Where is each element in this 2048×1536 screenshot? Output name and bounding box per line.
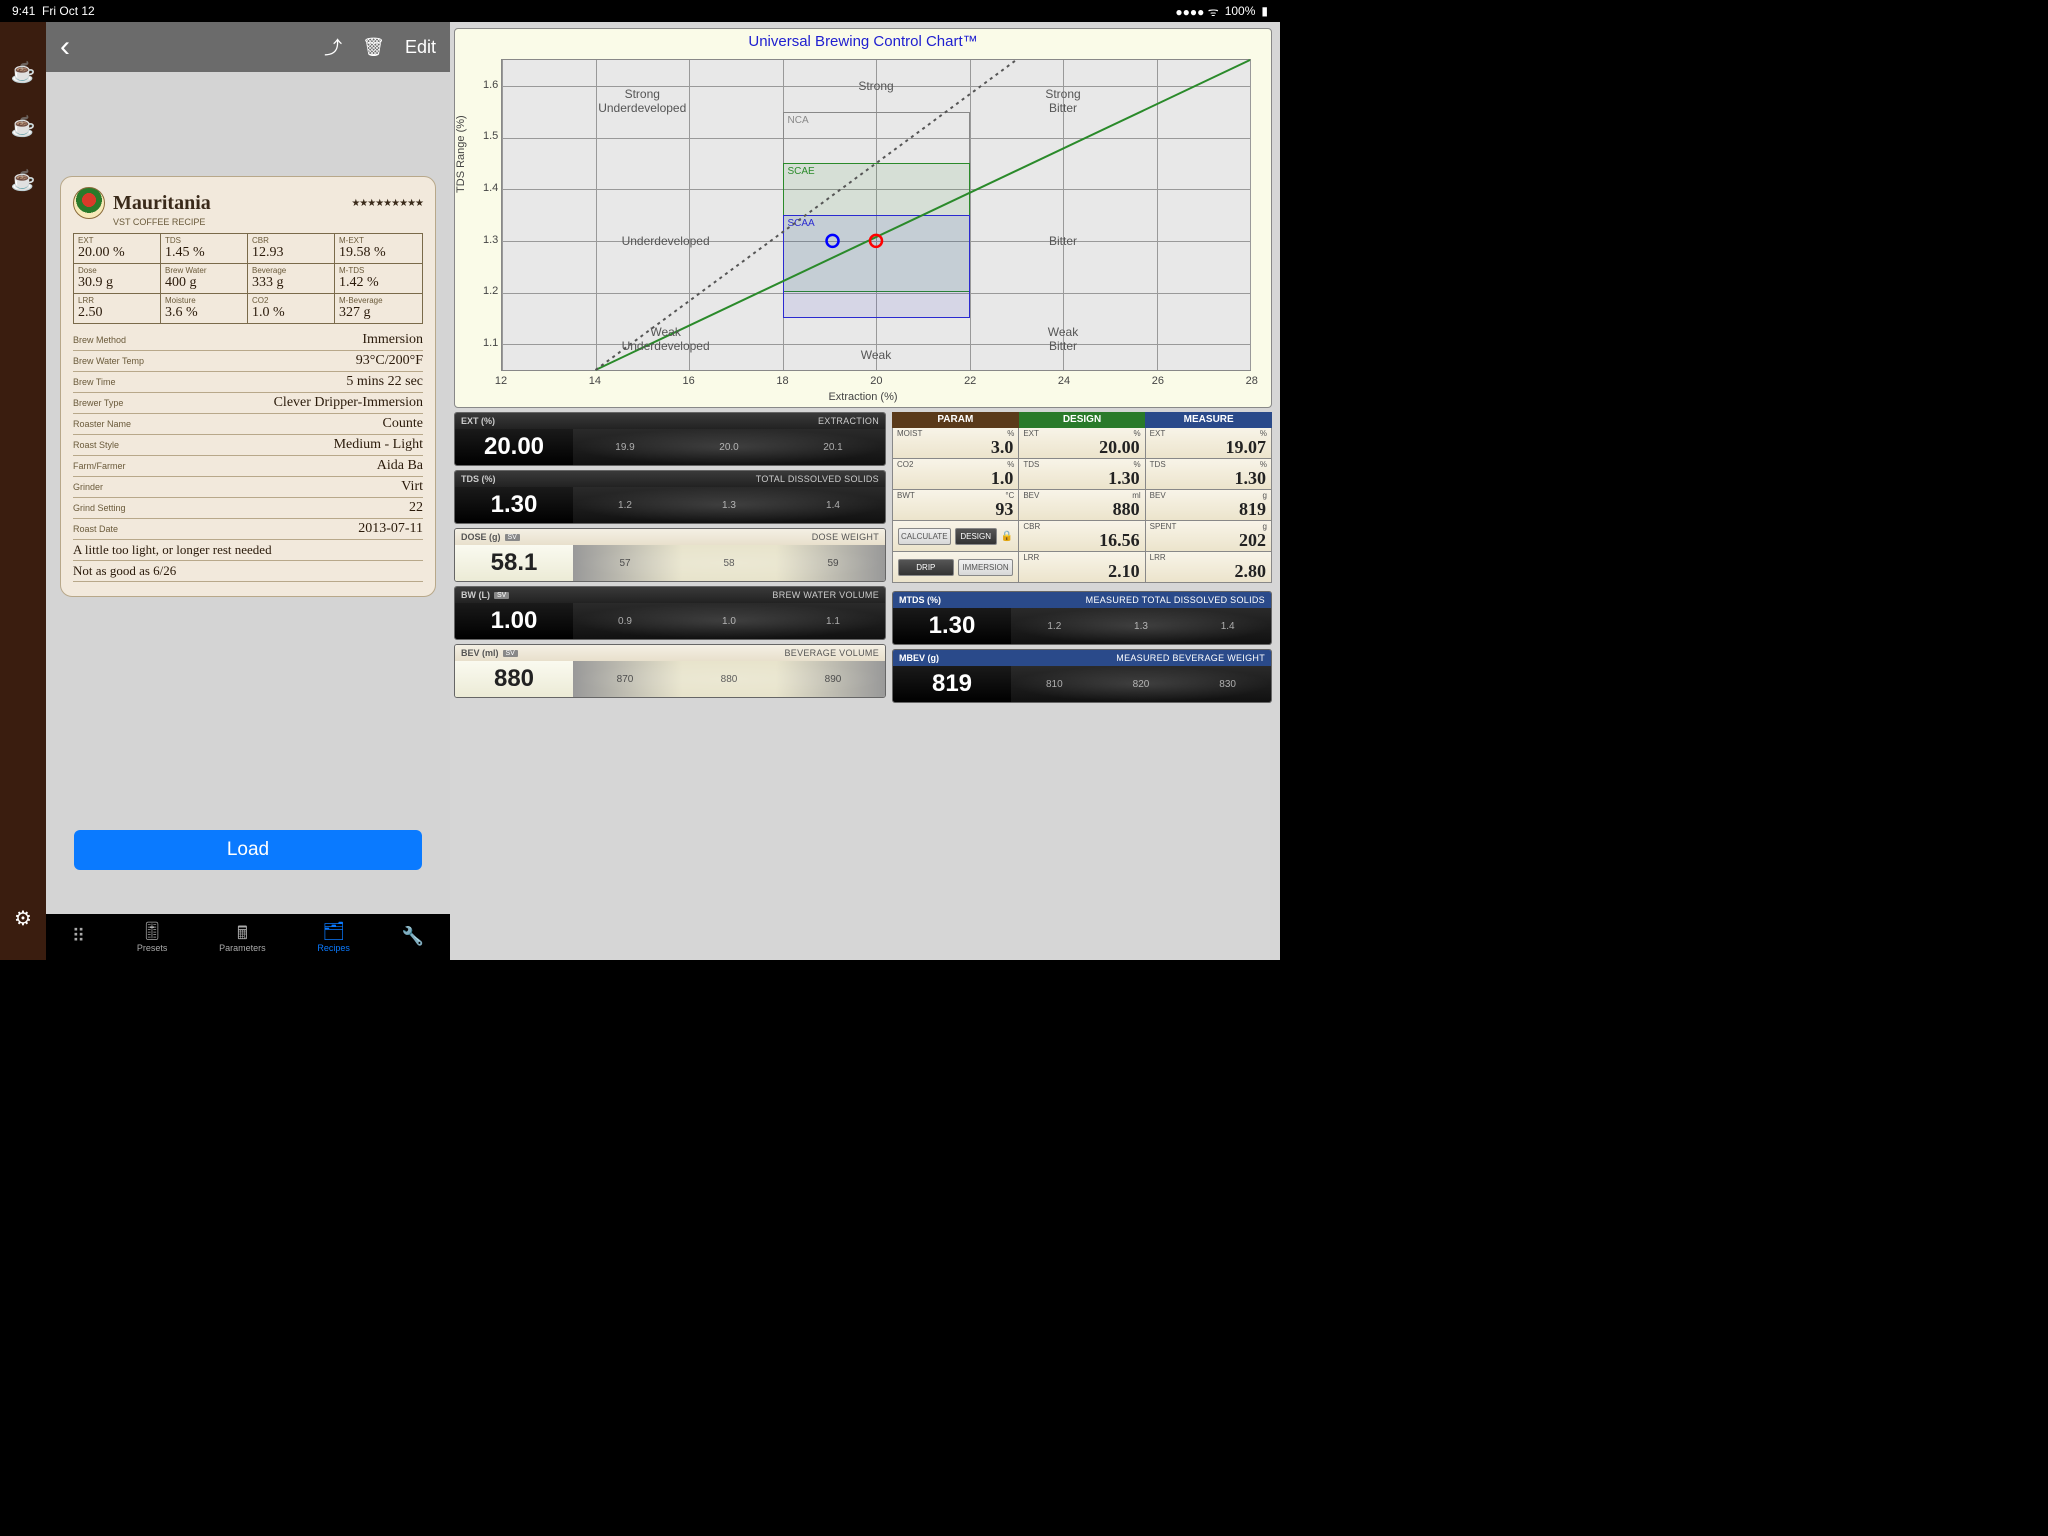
cup-icon[interactable]: ☕: [10, 62, 36, 84]
param-head-measure: MEASURE: [1145, 412, 1272, 428]
status-bar: 9:41 Fri Oct 12 ●●●● ᯤ 100% ▮: [0, 0, 1280, 22]
gear-icon[interactable]: ⚙: [10, 908, 36, 930]
gauge-mbevg[interactable]: MBEV (g)MEASURED BEVERAGE WEIGHT 819 810…: [892, 649, 1272, 703]
brewing-control-chart[interactable]: Universal Brewing Control Chart™ TDS Ran…: [454, 28, 1272, 408]
lock-icon: 🔒: [1001, 531, 1013, 542]
recipe-card[interactable]: Mauritania ★★★★★★★★★ VST COFFEE RECIPE E…: [60, 176, 436, 597]
load-button[interactable]: Load: [74, 830, 422, 870]
gauge-doseg[interactable]: DOSE (g)SVDOSE WEIGHT 58.1 575859: [454, 528, 886, 582]
chart-title: Universal Brewing Control Chart™: [455, 29, 1271, 50]
param-head-design: DESIGN: [1019, 412, 1146, 428]
tab-grid-icon[interactable]: ⠿.: [72, 926, 85, 948]
tab-parameters[interactable]: 🖩Parameters: [219, 921, 266, 953]
chart-x-label: Extraction (%): [828, 391, 897, 403]
bottom-tab-bar: ⠿. 🎚Presets 🖩Parameters 🗂Recipes 🔧.: [46, 914, 450, 960]
rating-stars: ★★★★★★★★★: [351, 198, 423, 209]
immersion-button[interactable]: IMMERSION: [958, 559, 1014, 576]
tab-recipes[interactable]: 🗂Recipes: [317, 921, 350, 953]
edit-button[interactable]: Edit: [405, 37, 436, 58]
back-chevron-icon[interactable]: ‹: [60, 30, 70, 64]
recipe-grid: EXT20.00 %TDS1.45 %CBR12.93M-EXT19.58 %D…: [73, 233, 423, 324]
mug-icon[interactable]: ☕: [10, 170, 36, 192]
sidebar-rail: ☕ ☕ ☕ ⚙: [0, 22, 46, 960]
gauge-mtds[interactable]: MTDS (%)MEASURED TOTAL DISSOLVED SOLIDS …: [892, 591, 1272, 645]
tab-wrench-icon[interactable]: 🔧.: [402, 926, 424, 948]
status-time: 9:41: [12, 4, 35, 18]
recipe-details: Brew MethodImmersionBrew Water Temp93°C/…: [73, 330, 423, 540]
tab-presets[interactable]: 🎚Presets: [137, 921, 168, 953]
drip-button[interactable]: DRIP: [898, 559, 954, 576]
gauge-bevml[interactable]: BEV (ml)SVBEVERAGE VOLUME 880 870880890: [454, 644, 886, 698]
gauge-ext[interactable]: EXT (%)EXTRACTION 20.00 19.920.020.1: [454, 412, 886, 466]
calculate-button[interactable]: CALCULATE: [898, 528, 951, 545]
param-head-param: PARAM: [892, 412, 1019, 428]
design-button[interactable]: DESIGN: [955, 528, 997, 545]
wifi-icon: ●●●● ᯤ: [1175, 3, 1218, 20]
chart-y-label: TDS Range (%): [455, 115, 467, 193]
share-icon[interactable]: ⤴: [324, 34, 342, 60]
recipe-panel: ‹ ⤴ 🗑 Edit Mauritania ★★★★★★★★★ VST COFF…: [46, 22, 450, 960]
gauge-tds[interactable]: TDS (%)TOTAL DISSOLVED SOLIDS 1.30 1.21.…: [454, 470, 886, 524]
param-table: PARAM DESIGN MEASURE MOIST%3.0EXT%20.00E…: [892, 412, 1272, 583]
recipe-title: Mauritania: [113, 192, 211, 215]
right-panel: Universal Brewing Control Chart™ TDS Ran…: [450, 22, 1280, 960]
battery-pct: 100%: [1225, 4, 1256, 18]
recipe-subtitle: VST COFFEE RECIPE: [113, 217, 423, 227]
gauge-bwl[interactable]: BW (L)SVBREW WATER VOLUME 1.00 0.91.01.1: [454, 586, 886, 640]
status-date: Fri Oct 12: [42, 4, 95, 18]
battery-icon: ▮: [1261, 4, 1268, 18]
trash-icon[interactable]: 🗑: [362, 37, 385, 58]
espresso-icon[interactable]: ☕: [10, 116, 36, 138]
recipe-header: ‹ ⤴ 🗑 Edit: [46, 22, 450, 72]
recipe-logo-icon: [73, 187, 105, 219]
